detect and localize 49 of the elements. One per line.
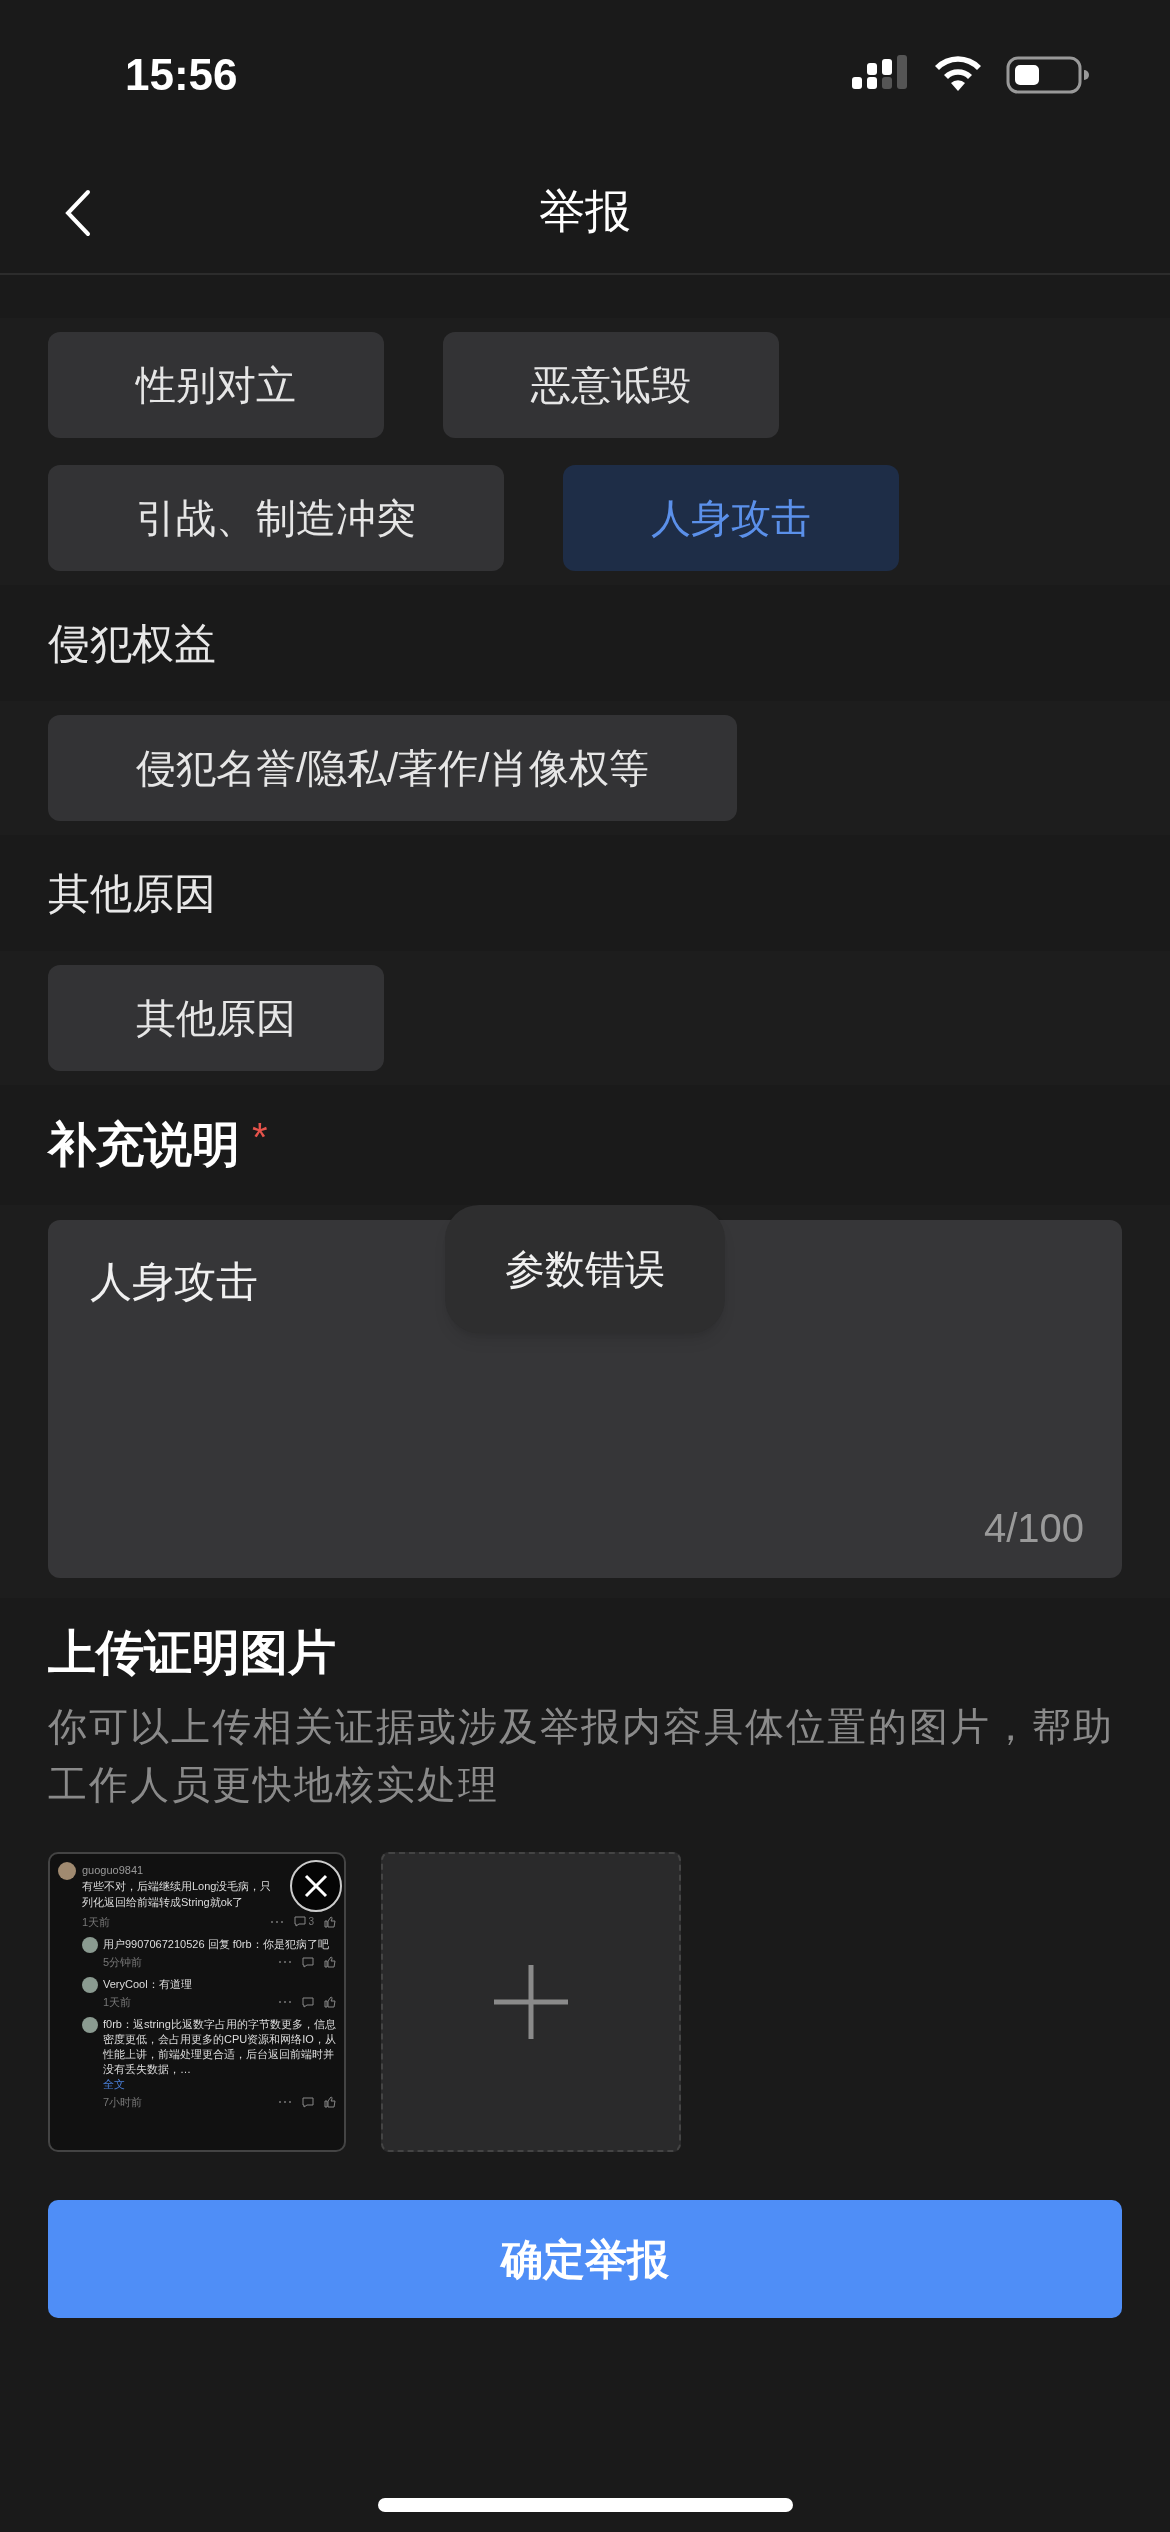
status-time: 15:56: [125, 49, 238, 101]
page-title: 举报: [539, 184, 631, 239]
reply-text: 用户9907067210526 回复 f0rb：你是犯病了吧: [103, 1937, 330, 1952]
uploaded-screenshot[interactable]: guoguo9841 有些不对，后端继续用Long没毛病，只列化返回给前端转成String就ok了 1天前 3 用户9907067210526 回复 f0rb：你是犯病了吧 5分钟前 VeryCool：有道理 1天前 f0rb：返string比返数字占用的字节数更多，信息密度更低，会占用更多的CPU资源和网络IO，从性能上讲，前端处理更合适，后台返回前端时并没有丢失数据，… 全文 7小时前: [48, 1852, 346, 2152]
reply-text: VeryCool：有道理: [103, 1977, 193, 1992]
comment-author: guoguo9841: [82, 1863, 145, 1878]
more-icon[interactable]: [270, 1919, 285, 1924]
required-mark: *: [252, 1114, 268, 1161]
reason-chip[interactable]: 侵犯名誉/隐私/著作/肖像权等: [48, 715, 738, 821]
comment-time: 1天前: [103, 1995, 133, 2009]
note-text: 人身攻击: [90, 1257, 258, 1307]
comment-time: 7小时前: [103, 2095, 144, 2109]
remove-image-button[interactable]: [290, 1860, 342, 1912]
section-heading: 其他原因: [48, 868, 216, 919]
avatar: [82, 1977, 98, 1993]
error-toast: 参数错误: [445, 1205, 725, 1333]
more-icon[interactable]: [278, 2000, 292, 2004]
reply-text: f0rb：返string比返数字占用的字节数更多，信息密度更低，会占用更多的CPU资源和网络IO，从性能上讲，前端处理更合适，后台返回前端时并没有丢失数据，…: [103, 2017, 336, 2077]
thumbs-up-icon[interactable]: [324, 1996, 336, 2008]
avatar: [82, 2017, 98, 2033]
comment-icon[interactable]: [294, 1916, 307, 1927]
avatar: [82, 1937, 98, 1953]
reason-chip[interactable]: 性别对立: [48, 332, 384, 438]
reason-chip[interactable]: 引战、制造冲突: [48, 465, 504, 571]
thumbs-up-icon[interactable]: [324, 1956, 336, 1968]
thumbs-up-icon[interactable]: [324, 1915, 336, 1928]
more-icon[interactable]: [278, 2100, 292, 2104]
close-icon: [303, 1873, 329, 1899]
battery-icon: [1006, 55, 1090, 95]
more-icon[interactable]: [278, 1960, 292, 1964]
upload-description: 你可以上传相关证据或涉及举报内容具体位置的图片，帮助工作人员更快地核实处理: [48, 1704, 1115, 1808]
avatar: [58, 1862, 76, 1880]
plus-icon: [492, 1963, 570, 2041]
section-heading: 上传证明图片: [48, 1625, 337, 1681]
reason-chip[interactable]: 恶意诋毁: [443, 332, 779, 438]
reason-chip[interactable]: 其他原因: [48, 965, 384, 1071]
section-heading: 补充说明: [48, 1117, 240, 1173]
comment-icon[interactable]: [302, 2096, 314, 2108]
comment-count: 3: [308, 1915, 314, 1929]
character-counter: 4/100: [983, 1505, 1084, 1552]
thumbs-up-icon[interactable]: [324, 2096, 336, 2108]
expand-link[interactable]: 全文: [103, 2077, 336, 2092]
comment-icon[interactable]: [302, 1956, 314, 1968]
comment-text: 有些不对，后端继续用Long没毛病，只列化返回给前端转成String就ok了: [82, 1879, 273, 1910]
reason-chip[interactable]: 人身攻击: [563, 465, 899, 571]
comment-time: 5分钟前: [103, 1955, 144, 1969]
comment-icon[interactable]: [302, 1996, 314, 2008]
section-heading: 侵犯权益: [48, 618, 216, 669]
comment-time: 1天前: [82, 1914, 112, 1929]
